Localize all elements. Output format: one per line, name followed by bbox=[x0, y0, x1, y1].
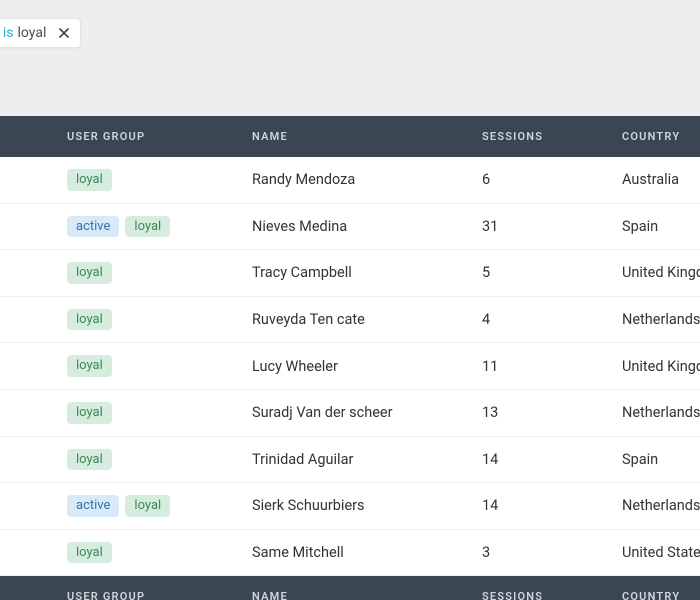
table-header: USER GROUP NAME SESSIONS COUNTRY bbox=[0, 116, 700, 157]
cell-sessions: 13 bbox=[470, 389, 610, 436]
cell-country: Netherlands bbox=[610, 296, 700, 343]
filter-operator: is bbox=[3, 25, 14, 41]
cell-sessions: 6 bbox=[470, 157, 610, 203]
cell-sessions: 11 bbox=[470, 343, 610, 390]
cell-name: Randy Mendoza bbox=[240, 157, 470, 203]
col-country[interactable]: COUNTRY bbox=[610, 116, 700, 157]
cell-country: Netherlands bbox=[610, 483, 700, 530]
cell-country: Netherlands bbox=[610, 389, 700, 436]
col-spacer bbox=[0, 576, 55, 600]
cell-name: Suradj Van der scheer bbox=[240, 389, 470, 436]
tag-loyal[interactable]: loyal bbox=[67, 402, 112, 424]
col-name[interactable]: NAME bbox=[240, 576, 470, 600]
cell-name: Trinidad Aguilar bbox=[240, 436, 470, 483]
col-sessions[interactable]: SESSIONS bbox=[470, 576, 610, 600]
col-user-group[interactable]: USER GROUP bbox=[55, 116, 240, 157]
row-pad bbox=[0, 296, 55, 343]
tag-loyal[interactable]: loyal bbox=[67, 169, 112, 191]
table-row[interactable]: loyal Suradj Van der scheer13Netherlands bbox=[0, 389, 700, 436]
row-pad bbox=[0, 203, 55, 250]
cell-sessions: 3 bbox=[470, 529, 610, 576]
cell-user-group: loyal bbox=[55, 296, 240, 343]
tag-loyal[interactable]: loyal bbox=[67, 262, 112, 284]
cell-sessions: 4 bbox=[470, 296, 610, 343]
tag-loyal[interactable]: loyal bbox=[125, 495, 170, 517]
col-name[interactable]: NAME bbox=[240, 116, 470, 157]
table-row[interactable]: loyal Same Mitchell3United States bbox=[0, 529, 700, 576]
cell-name: Same Mitchell bbox=[240, 529, 470, 576]
filter-chip[interactable]: p is loyal bbox=[0, 18, 81, 48]
cell-sessions: 14 bbox=[470, 483, 610, 530]
row-pad bbox=[0, 529, 55, 576]
table-row[interactable]: loyal Randy Mendoza6Australia bbox=[0, 157, 700, 203]
users-table-wrap: USER GROUP NAME SESSIONS COUNTRY loyal Ra… bbox=[0, 116, 700, 600]
cell-country: Spain bbox=[610, 436, 700, 483]
cell-user-group: loyal bbox=[55, 157, 240, 203]
table-footer: USER GROUP NAME SESSIONS COUNTRY bbox=[0, 576, 700, 600]
tag-active[interactable]: active bbox=[67, 495, 119, 517]
tag-loyal[interactable]: loyal bbox=[67, 309, 112, 331]
row-pad bbox=[0, 250, 55, 297]
cell-name: Sierk Schuurbiers bbox=[240, 483, 470, 530]
cell-user-group: active loyal bbox=[55, 203, 240, 250]
cell-user-group: loyal bbox=[55, 250, 240, 297]
col-country[interactable]: COUNTRY bbox=[610, 576, 700, 600]
cell-country: Spain bbox=[610, 203, 700, 250]
users-table: USER GROUP NAME SESSIONS COUNTRY loyal Ra… bbox=[0, 116, 700, 600]
cell-user-group: loyal bbox=[55, 389, 240, 436]
filter-value: loyal bbox=[18, 25, 47, 41]
tag-active[interactable]: active bbox=[67, 216, 119, 238]
cell-sessions: 14 bbox=[470, 436, 610, 483]
cell-sessions: 31 bbox=[470, 203, 610, 250]
col-spacer bbox=[0, 116, 55, 157]
tag-loyal[interactable]: loyal bbox=[67, 355, 112, 377]
cell-sessions: 5 bbox=[470, 250, 610, 297]
cell-name: Lucy Wheeler bbox=[240, 343, 470, 390]
cell-user-group: loyal bbox=[55, 436, 240, 483]
cell-name: Tracy Campbell bbox=[240, 250, 470, 297]
cell-country: United Kingdom bbox=[610, 250, 700, 297]
cell-user-group: active loyal bbox=[55, 483, 240, 530]
table-row[interactable]: loyal Tracy Campbell5United Kingdom bbox=[0, 250, 700, 297]
tag-loyal[interactable]: loyal bbox=[67, 542, 112, 564]
cell-name: Ruveyda Ten cate bbox=[240, 296, 470, 343]
table-row[interactable]: active loyal Sierk Schuurbiers14Netherland… bbox=[0, 483, 700, 530]
row-pad bbox=[0, 436, 55, 483]
table-row[interactable]: loyal Ruveyda Ten cate4Netherlands bbox=[0, 296, 700, 343]
table-row[interactable]: active loyal Nieves Medina31Spain bbox=[0, 203, 700, 250]
cell-country: United States bbox=[610, 529, 700, 576]
row-pad bbox=[0, 157, 55, 203]
row-pad bbox=[0, 389, 55, 436]
cell-country: Australia bbox=[610, 157, 700, 203]
col-sessions[interactable]: SESSIONS bbox=[470, 116, 610, 157]
row-pad bbox=[0, 483, 55, 530]
cell-name: Nieves Medina bbox=[240, 203, 470, 250]
col-user-group[interactable]: USER GROUP bbox=[55, 576, 240, 600]
table-body: loyal Randy Mendoza6Australia active loyal N… bbox=[0, 157, 700, 576]
cell-country: United Kingdom bbox=[610, 343, 700, 390]
table-row[interactable]: loyal Lucy Wheeler11United Kingdom bbox=[0, 343, 700, 390]
tag-loyal[interactable]: loyal bbox=[125, 216, 170, 238]
cell-user-group: loyal bbox=[55, 343, 240, 390]
row-pad bbox=[0, 343, 55, 390]
tag-loyal[interactable]: loyal bbox=[67, 449, 112, 471]
cell-user-group: loyal bbox=[55, 529, 240, 576]
close-icon[interactable] bbox=[56, 25, 72, 41]
table-row[interactable]: loyal Trinidad Aguilar14Spain bbox=[0, 436, 700, 483]
